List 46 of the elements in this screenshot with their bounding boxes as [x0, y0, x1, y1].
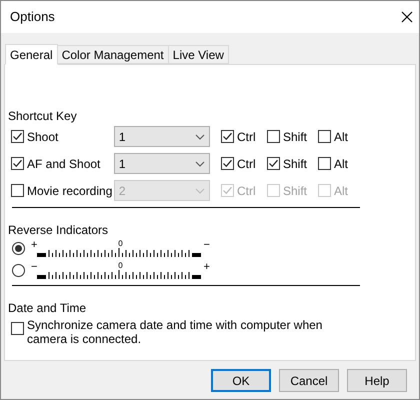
checkbox-label: Ctrl	[237, 128, 256, 146]
checkbox[interactable]	[318, 157, 331, 170]
checkbox[interactable]	[267, 130, 280, 143]
checkbox[interactable]	[267, 157, 280, 170]
checkbox-label: Movie recording	[27, 182, 112, 200]
checkbox-label: Alt	[334, 156, 348, 172]
sign-label: −	[31, 262, 38, 272]
checkbox-label: Synchronize camera date and time with computer when camera is connected.	[27, 318, 324, 346]
checkbox-label: Alt	[334, 182, 348, 200]
zero-label: 0	[118, 262, 123, 268]
sign-label: −	[203, 240, 210, 250]
dialog-button[interactable]: Cancel	[279, 369, 339, 392]
section-heading: Date and Time	[8, 301, 88, 315]
chevron-down-icon	[195, 188, 205, 194]
close-icon[interactable]	[401, 11, 413, 23]
checkbox-label: Shift	[283, 128, 308, 146]
sign-label: +	[31, 240, 38, 250]
sign-label: +	[203, 262, 210, 272]
chevron-down-icon	[195, 160, 205, 166]
checkbox-label: Ctrl	[237, 156, 256, 172]
dialog-button[interactable]: Help	[347, 369, 407, 392]
checkbox[interactable]	[11, 322, 24, 335]
section-heading: Shortcut Key	[8, 109, 78, 123]
checkbox[interactable]	[11, 130, 24, 143]
checkbox[interactable]	[221, 157, 234, 170]
dialog-button[interactable]: OK	[211, 369, 271, 392]
tab[interactable]: Live View	[168, 45, 229, 64]
checkbox-label: AF and Shoot	[27, 156, 100, 172]
tab[interactable]: General	[5, 44, 58, 65]
zero-label: 0	[118, 240, 123, 246]
section-heading: Reverse Indicators	[8, 223, 110, 237]
chevron-down-icon	[195, 134, 205, 140]
checkbox-label: Shoot	[27, 128, 58, 146]
radio-button[interactable]	[12, 242, 25, 255]
checkbox-label: Shift	[283, 156, 308, 172]
checkbox-label: Shift	[283, 182, 308, 200]
radio-button[interactable]	[12, 264, 25, 277]
dropdown[interactable]: 1	[114, 126, 210, 147]
checkbox-label: Ctrl	[237, 182, 256, 200]
checkbox[interactable]	[11, 157, 24, 170]
checkbox[interactable]	[318, 130, 331, 143]
tab[interactable]: Color Management	[56, 45, 169, 64]
dropdown[interactable]: 1	[114, 153, 210, 174]
window-title: Options	[10, 8, 55, 26]
checkbox[interactable]	[221, 130, 234, 143]
checkbox-label: Alt	[334, 128, 348, 146]
